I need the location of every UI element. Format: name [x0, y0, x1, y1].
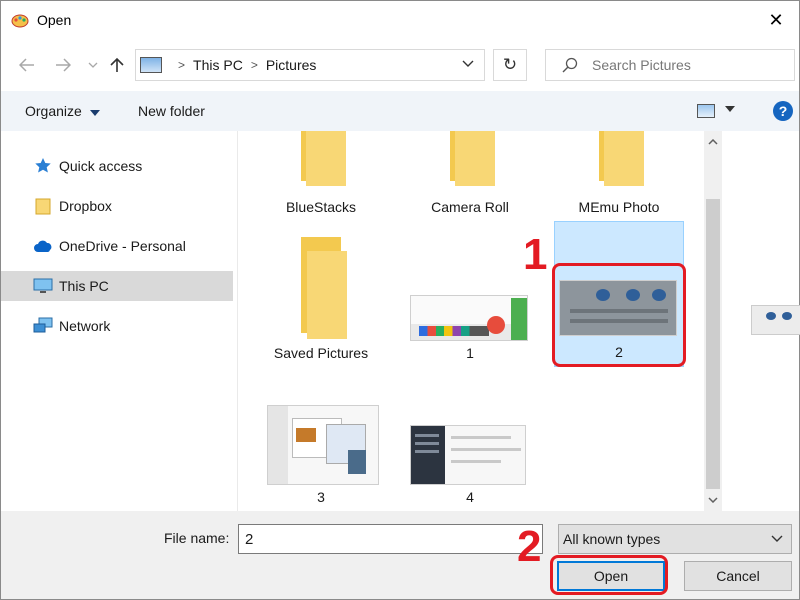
- help-button[interactable]: ?: [773, 101, 793, 121]
- network-icon: [33, 317, 53, 335]
- organize-label: Organize: [25, 103, 82, 119]
- forward-button[interactable]: [51, 53, 75, 77]
- chevron-right-icon: >: [178, 58, 186, 72]
- address-dropdown-icon[interactable]: [462, 57, 474, 71]
- sidebar-item-onedrive[interactable]: OneDrive - Personal: [1, 231, 233, 261]
- folder-icon: [599, 131, 644, 186]
- image-thumbnail: [267, 405, 379, 485]
- back-arrow-icon: [19, 58, 34, 72]
- search-box[interactable]: Search Pictures: [545, 49, 795, 81]
- sidebar-item-quick-access[interactable]: Quick access: [1, 151, 233, 181]
- image-label: 4: [466, 489, 474, 505]
- folder-icon: [450, 131, 495, 186]
- file-type-value: All known types: [563, 531, 661, 547]
- folder-label: MEmu Photo: [578, 199, 660, 215]
- chevron-down-icon: [771, 532, 783, 546]
- file-name-input[interactable]: 2: [238, 524, 543, 554]
- image-label: 3: [317, 489, 325, 505]
- monitor-icon: [33, 277, 53, 295]
- folder-icon: [33, 197, 53, 215]
- back-button[interactable]: [15, 53, 39, 77]
- image-tile-1[interactable]: 1: [410, 231, 530, 371]
- sidebar-item-this-pc[interactable]: This PC: [1, 271, 233, 301]
- folder-tile-camera-roll[interactable]: Camera Roll: [410, 131, 530, 223]
- folder-label: Saved Pictures: [273, 345, 369, 361]
- vertical-scrollbar[interactable]: [704, 131, 722, 511]
- close-button[interactable]: ✕: [753, 1, 799, 39]
- folder-tile-memu-photo[interactable]: MEmu Photo: [559, 131, 679, 223]
- chevron-right-icon: >: [250, 58, 258, 72]
- image-thumbnail: [410, 425, 526, 485]
- paint-app-icon: [11, 14, 29, 28]
- image-label: 1: [466, 345, 474, 361]
- sidebar-item-dropbox[interactable]: Dropbox: [1, 191, 233, 221]
- folder-label: BlueStacks: [285, 199, 357, 215]
- window-title: Open: [37, 12, 72, 28]
- up-button[interactable]: [105, 53, 129, 77]
- cancel-button[interactable]: Cancel: [684, 561, 792, 591]
- navigation-bar: > This PC > Pictures ↻ Search Pictures: [1, 39, 799, 91]
- navigation-pane: Quick access Dropbox OneDrive - Personal…: [1, 131, 237, 511]
- open-dialog: Open ✕ > This PC > Pictures ↻ Search Pic…: [0, 0, 800, 600]
- pictures-location-icon: [140, 57, 162, 73]
- folder-icon: [301, 237, 347, 339]
- file-type-select[interactable]: All known types: [558, 524, 792, 554]
- close-icon: ✕: [768, 9, 784, 30]
- sidebar-item-label: OneDrive - Personal: [59, 238, 186, 254]
- annotation-step-1: 1: [523, 230, 548, 279]
- view-dropdown-icon[interactable]: [725, 103, 735, 115]
- search-placeholder: Search Pictures: [592, 57, 691, 73]
- image-tile-4[interactable]: 4: [410, 401, 530, 511]
- sidebar-item-label: This PC: [59, 278, 109, 294]
- chevron-down-icon: [88, 62, 98, 68]
- scrollbar-thumb[interactable]: [706, 199, 720, 489]
- command-toolbar: Organize New folder ?: [1, 91, 799, 131]
- cloud-icon: [33, 237, 53, 255]
- sidebar-item-network[interactable]: Network: [1, 311, 233, 341]
- image-tile-3[interactable]: 3: [261, 401, 381, 511]
- annotation-highlight-2: [550, 555, 668, 595]
- new-folder-button[interactable]: New folder: [138, 103, 205, 119]
- folder-tile-saved-pictures[interactable]: Saved Pictures: [261, 231, 381, 371]
- sidebar-item-label: Dropbox: [59, 198, 112, 214]
- dialog-footer: File name: 2 All known types Open Cancel: [1, 511, 799, 599]
- title-bar: Open ✕: [1, 1, 799, 39]
- up-arrow-icon: [110, 57, 124, 72]
- file-name-value: 2: [245, 530, 254, 548]
- recent-locations-button[interactable]: [81, 53, 105, 77]
- scroll-up-icon[interactable]: [704, 133, 722, 151]
- annotation-highlight-1: [552, 263, 686, 367]
- sidebar-item-label: Network: [59, 318, 111, 334]
- refresh-button[interactable]: ↻: [493, 49, 527, 81]
- view-options-icon[interactable]: [697, 104, 715, 118]
- folder-icon: [301, 131, 346, 186]
- breadcrumb-pictures[interactable]: Pictures: [266, 57, 317, 73]
- caret-down-icon: [89, 110, 100, 116]
- address-bar[interactable]: > This PC > Pictures: [135, 49, 485, 81]
- organize-menu[interactable]: Organize: [25, 103, 100, 119]
- refresh-icon: ↻: [502, 55, 518, 74]
- breadcrumb-this-pc[interactable]: This PC: [193, 57, 243, 73]
- forward-arrow-icon: [56, 58, 71, 72]
- file-name-label: File name:: [164, 530, 230, 546]
- scroll-down-icon[interactable]: [704, 491, 722, 509]
- folder-tile-bluestacks[interactable]: BlueStacks: [261, 131, 381, 223]
- folder-label: Camera Roll: [431, 199, 509, 215]
- search-icon: [562, 57, 578, 73]
- sidebar-item-label: Quick access: [59, 158, 143, 174]
- annotation-step-2: 2: [517, 522, 542, 571]
- star-icon: [33, 157, 53, 175]
- preview-thumbnail: [751, 305, 800, 335]
- image-thumbnail: [410, 295, 528, 341]
